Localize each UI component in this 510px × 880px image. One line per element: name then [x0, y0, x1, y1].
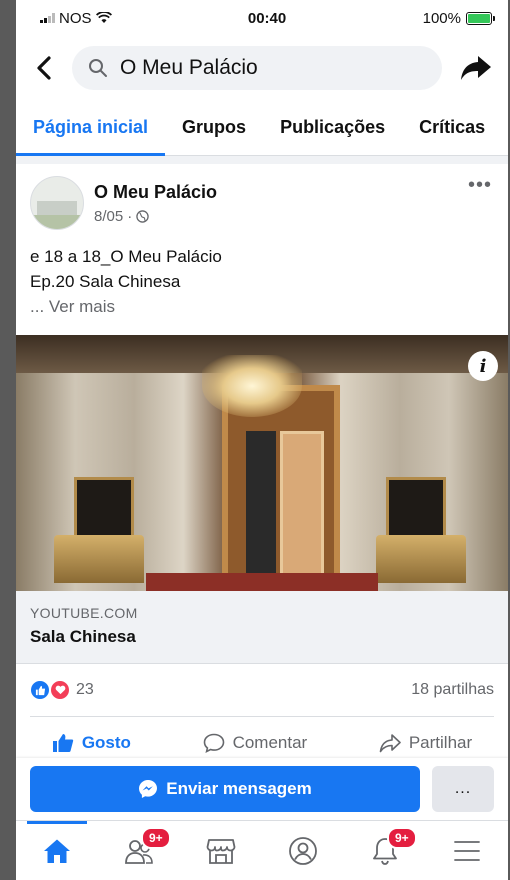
messenger-icon [139, 780, 158, 798]
phone-screen: NOS 00:40 100% O Meu Palácio Página inic… [16, 0, 508, 880]
post-date[interactable]: 8/05 [94, 208, 123, 225]
tab-home[interactable]: Página inicial [16, 100, 166, 156]
back-button[interactable] [30, 56, 58, 80]
menu-icon [454, 840, 480, 861]
bottom-nav: 9+ 9+ [16, 820, 508, 880]
nav-notifications[interactable]: 9+ [355, 821, 417, 880]
like-label: Gosto [81, 733, 131, 752]
comment-icon [203, 733, 224, 753]
top-bar: O Meu Palácio [16, 36, 508, 100]
tab-groups[interactable]: Grupos [165, 100, 263, 156]
home-icon [44, 839, 70, 863]
status-left: NOS [40, 10, 112, 27]
nav-marketplace[interactable] [191, 821, 251, 880]
nav-profile[interactable] [273, 821, 333, 880]
marketplace-icon [206, 838, 236, 864]
globe-icon [136, 210, 149, 223]
post-stats: 23 18 partilhas [16, 664, 508, 716]
battery-icon [465, 11, 495, 25]
nav-friends[interactable]: 9+ [109, 821, 171, 880]
reaction-count: 23 [76, 681, 94, 698]
link-title: Sala Chinesa [30, 627, 136, 646]
meta-separator: · [127, 208, 133, 225]
comment-button[interactable]: Comentar [203, 733, 308, 753]
post-text: e 18 a 18_O Meu Palácio Ep.20 Sala Chine… [16, 230, 508, 319]
page-name[interactable]: O Meu Palácio [94, 182, 217, 203]
search-icon [89, 59, 107, 77]
love-reaction-icon [50, 680, 70, 700]
share-button[interactable]: Partilhar [379, 733, 472, 753]
post-meta: 8/05 · [94, 208, 217, 225]
post-header-text: O Meu Palácio 8/05 · [94, 176, 217, 225]
info-icon[interactable]: i [468, 351, 498, 381]
link-preview[interactable]: YOUTUBE.COM Sala Chinesa [16, 591, 508, 664]
battery-percent: 100% [422, 9, 461, 27]
carrier-label: NOS [59, 9, 92, 27]
link-domain: YOUTUBE.COM [30, 605, 138, 621]
like-reaction-icon [30, 680, 50, 700]
post-text-line2: Ep.20 Sala Chinesa [30, 272, 181, 291]
video-thumbnail[interactable]: i [16, 335, 508, 591]
search-value: O Meu Palácio [120, 56, 258, 79]
message-more-button[interactable]: ... [432, 766, 494, 812]
tab-reviews[interactable]: Críticas [402, 100, 502, 156]
post-card: O Meu Palácio 8/05 · ••• e 18 a 18_O Meu… [16, 164, 508, 769]
signal-icon [40, 13, 55, 23]
like-button[interactable]: Gosto [52, 733, 131, 753]
thumbs-up-icon [52, 734, 74, 752]
notifications-badge: 9+ [387, 826, 417, 849]
thumbnail-carpet [146, 573, 378, 591]
nav-home[interactable] [27, 820, 87, 880]
battery-fill [467, 13, 490, 23]
back-arrow-icon [37, 56, 51, 80]
shares-count[interactable]: 18 partilhas [411, 681, 494, 699]
share-arrow-icon [461, 56, 491, 80]
status-bar: NOS 00:40 100% [16, 0, 508, 36]
share-label: Partilhar [408, 733, 473, 752]
thumbnail-chandelier [202, 355, 302, 417]
friends-badge: 9+ [141, 826, 171, 849]
comment-label: Comentar [232, 733, 308, 752]
message-bar: Enviar mensagem ... [16, 758, 508, 820]
thumbnail-cabinet-right [386, 477, 446, 541]
post-header: O Meu Palácio 8/05 · ••• [16, 164, 508, 230]
tab-posts[interactable]: Publicações [263, 100, 402, 156]
nav-menu[interactable] [437, 821, 497, 880]
share-page-button[interactable] [456, 54, 496, 82]
share-icon [379, 734, 401, 753]
see-more-link[interactable]: ... Ver mais [30, 294, 494, 319]
thumbnail-table-right [376, 535, 466, 583]
page-avatar[interactable] [30, 176, 84, 230]
battery: 100% [422, 9, 495, 27]
reactions-summary[interactable]: 23 [30, 680, 94, 700]
page-tabs: Página inicial Grupos Publicações Crític… [16, 100, 508, 156]
send-message-label: Enviar mensagem [166, 779, 312, 798]
thumbnail-table-left [54, 535, 144, 583]
post-options-icon[interactable]: ••• [468, 174, 492, 197]
post-text-line1: e 18 a 18_O Meu Palácio [30, 247, 222, 266]
clock: 00:40 [247, 9, 287, 27]
thumbnail-cabinet-left [74, 477, 134, 541]
search-field[interactable]: O Meu Palácio [72, 46, 442, 90]
profile-icon [289, 836, 317, 865]
send-message-button[interactable]: Enviar mensagem [30, 766, 420, 812]
wifi-icon [95, 12, 112, 23]
